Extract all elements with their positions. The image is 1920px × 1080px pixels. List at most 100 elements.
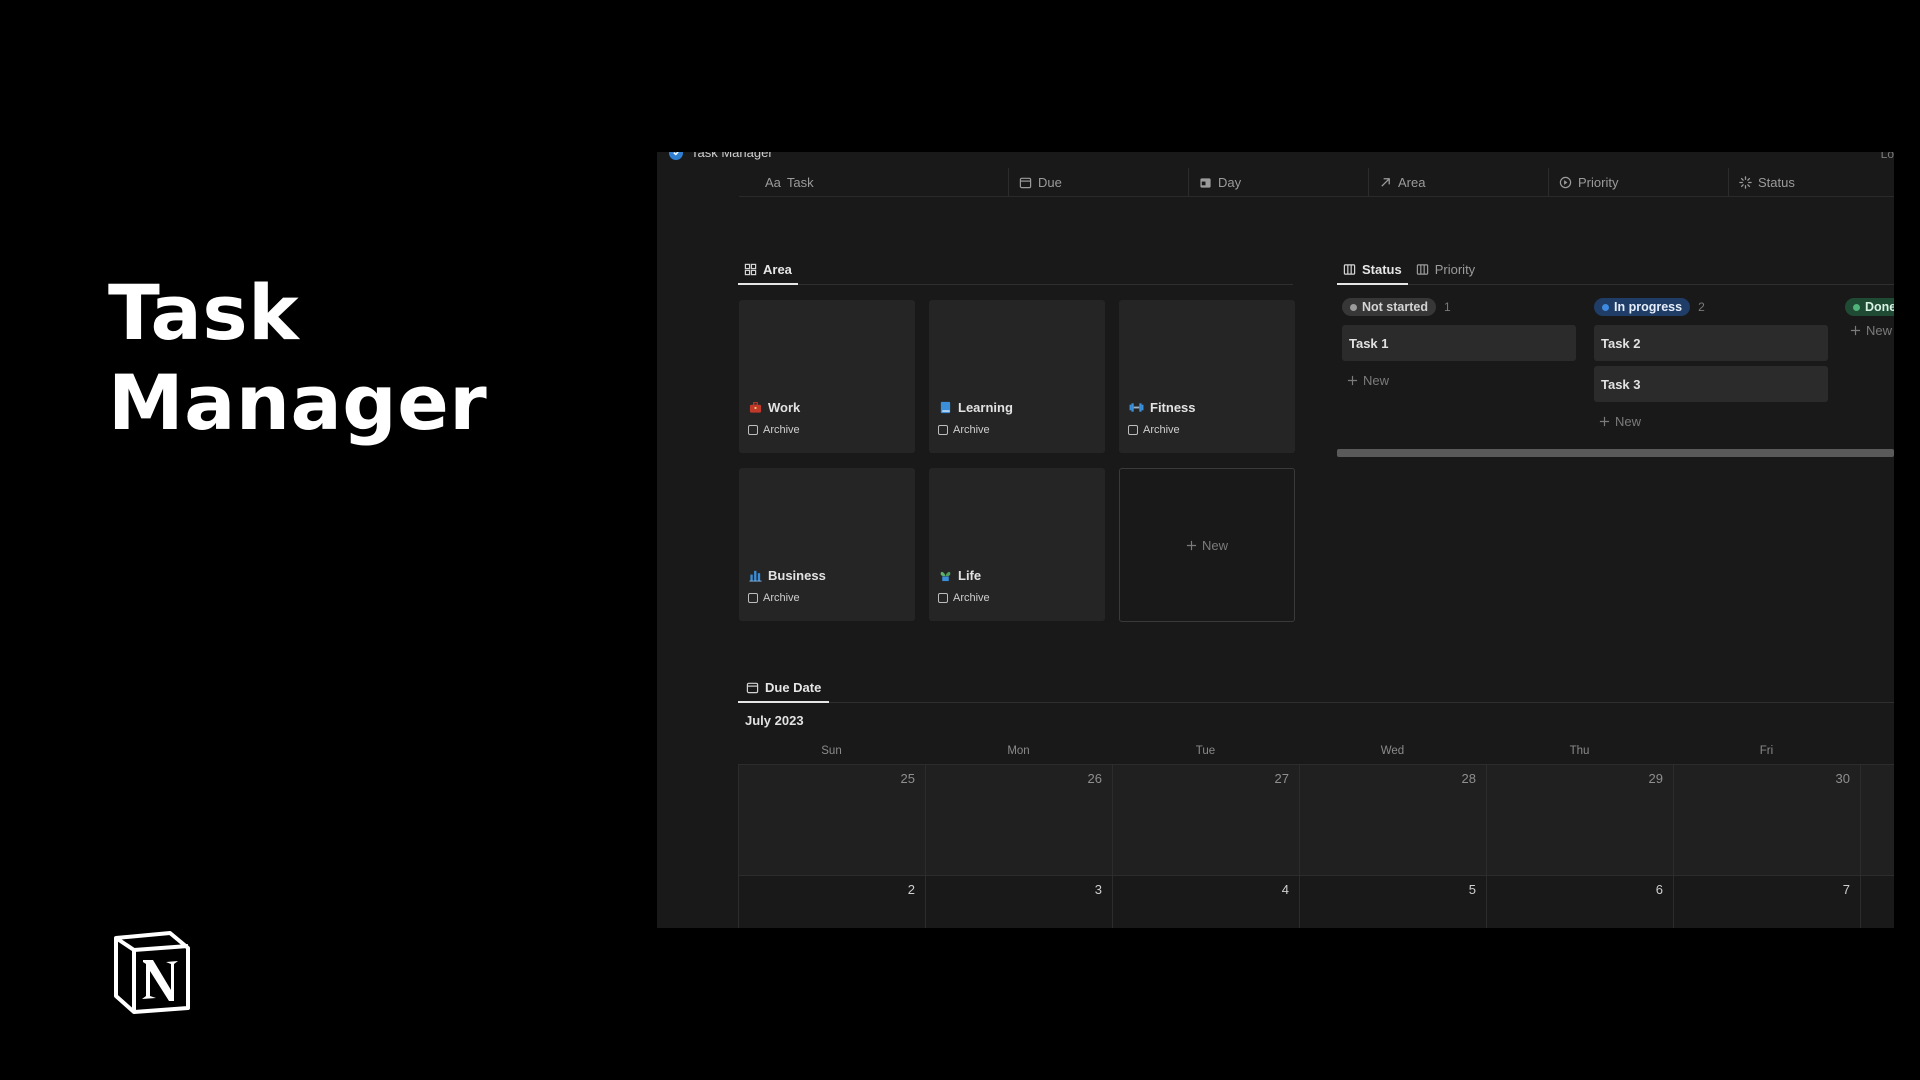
column-header[interactable]: Not started 1 bbox=[1342, 297, 1576, 317]
gallery-card-fitness[interactable]: Fitness Archive bbox=[1119, 300, 1295, 453]
property-header-row: Aa Task Due Day Area Priority Status bbox=[739, 168, 1894, 197]
card-title: Business bbox=[749, 568, 826, 583]
calendar-day-cell-partial[interactable] bbox=[1860, 875, 1894, 928]
property-task[interactable]: Aa Task bbox=[739, 168, 1009, 196]
archive-label: Archive bbox=[953, 592, 990, 604]
gallery-new-button[interactable]: New bbox=[1119, 468, 1295, 622]
card-title-text: Fitness bbox=[1150, 400, 1196, 415]
card-title: Fitness bbox=[1129, 400, 1196, 415]
calendar-day-cell[interactable]: 5 bbox=[1299, 875, 1486, 928]
board-column-not-started: Not started 1 Task 1 New bbox=[1342, 297, 1576, 389]
board-new-button[interactable]: New bbox=[1594, 412, 1828, 430]
page-title-text: Task Manager bbox=[691, 152, 773, 160]
card-title: Learning bbox=[939, 400, 1013, 415]
status-dot-icon bbox=[1602, 303, 1609, 311]
weekday-header: Mon bbox=[1007, 745, 1030, 757]
grid-icon bbox=[744, 263, 757, 275]
column-header[interactable]: In progress 2 bbox=[1594, 297, 1828, 317]
board-column-in-progress: In progress 2 Task 2 Task 3 New bbox=[1594, 297, 1828, 430]
hero-title: Task Manager bbox=[108, 268, 487, 448]
card-title: Work bbox=[749, 400, 800, 415]
tab-due-date[interactable]: Due Date bbox=[738, 672, 830, 703]
page-title[interactable]: Task Manager bbox=[669, 152, 773, 160]
calendar-day-cell[interactable]: 25 bbox=[738, 764, 925, 875]
app-window: Task Manager Lo Aa Task Due Day Area Pri… bbox=[657, 152, 1894, 928]
calendar-day-cell[interactable]: 7 bbox=[1673, 875, 1860, 928]
tab-label: Area bbox=[763, 261, 792, 277]
gallery-card-learning[interactable]: Learning Archive bbox=[929, 300, 1105, 453]
card-title: Life bbox=[939, 568, 981, 583]
new-label: New bbox=[1201, 537, 1228, 553]
property-day[interactable]: Day bbox=[1189, 168, 1369, 196]
calendar-day-cell[interactable]: 4 bbox=[1112, 875, 1299, 928]
plus-icon bbox=[1850, 325, 1861, 335]
text-icon: Aa bbox=[765, 174, 781, 190]
calendar-day-cell[interactable]: 30 bbox=[1673, 764, 1860, 875]
column-count: 2 bbox=[1698, 300, 1705, 314]
plus-icon bbox=[1347, 375, 1358, 385]
calendar-day-cell[interactable]: 3 bbox=[925, 875, 1112, 928]
gallery-card-life[interactable]: Life Archive bbox=[929, 468, 1105, 621]
board-icon bbox=[1416, 263, 1428, 275]
tab-label: Priority bbox=[1434, 261, 1476, 277]
calendar-day-cell-partial[interactable] bbox=[1860, 764, 1894, 875]
property-status[interactable]: Status bbox=[1729, 168, 1889, 196]
briefcase-icon bbox=[749, 402, 762, 413]
weekday-header: Thu bbox=[1569, 745, 1590, 757]
board-column-done: Done New bbox=[1845, 297, 1894, 339]
archive-checkbox[interactable]: Archive bbox=[748, 592, 800, 604]
calendar-day-cell[interactable]: 26 bbox=[925, 764, 1112, 875]
property-label: Status bbox=[1758, 174, 1795, 190]
archive-label: Archive bbox=[1143, 424, 1180, 436]
new-label: New bbox=[1866, 322, 1893, 338]
property-area[interactable]: Area bbox=[1369, 168, 1549, 196]
calendar-day-icon bbox=[1200, 177, 1211, 188]
board-card[interactable]: Task 1 bbox=[1342, 325, 1576, 361]
property-label: Area bbox=[1398, 174, 1426, 190]
weekday-header: Wed bbox=[1380, 745, 1405, 757]
status-label: Not started bbox=[1362, 300, 1428, 314]
weekday-header: Fri bbox=[1759, 745, 1774, 757]
board-horizontal-scrollbar[interactable] bbox=[1337, 449, 1894, 457]
checkbox-icon bbox=[1128, 425, 1138, 435]
checkbox-icon bbox=[748, 425, 758, 435]
calendar-icon bbox=[746, 682, 759, 693]
property-label: Due bbox=[1038, 174, 1062, 190]
board-new-button[interactable]: New bbox=[1845, 321, 1894, 339]
tab-status[interactable]: Status bbox=[1337, 254, 1408, 285]
status-badge: Not started bbox=[1342, 298, 1436, 316]
board-card[interactable]: Task 3 bbox=[1594, 366, 1828, 402]
tab-priority[interactable]: Priority bbox=[1410, 254, 1481, 284]
calendar-day-cell[interactable]: 6 bbox=[1486, 875, 1673, 928]
plus-icon bbox=[1186, 540, 1197, 550]
archive-checkbox[interactable]: Archive bbox=[938, 424, 990, 436]
gallery-card-business[interactable]: Business Archive bbox=[739, 468, 915, 621]
property-priority[interactable]: Priority bbox=[1549, 168, 1729, 196]
archive-checkbox[interactable]: Archive bbox=[938, 592, 990, 604]
gallery-card-work[interactable]: Work Archive bbox=[739, 300, 915, 453]
plus-icon bbox=[1599, 416, 1610, 426]
archive-checkbox[interactable]: Archive bbox=[1128, 424, 1180, 436]
property-label: Day bbox=[1218, 174, 1242, 190]
spinner-icon bbox=[1739, 175, 1752, 189]
tab-label: Due Date bbox=[765, 679, 822, 695]
board-new-button[interactable]: New bbox=[1342, 371, 1576, 389]
dumbbell-icon bbox=[1129, 403, 1144, 412]
property-due[interactable]: Due bbox=[1009, 168, 1189, 196]
status-dot-icon bbox=[1350, 303, 1357, 311]
calendar-day-cell[interactable]: 29 bbox=[1486, 764, 1673, 875]
calendar-day-cell[interactable]: 27 bbox=[1112, 764, 1299, 875]
archive-checkbox[interactable]: Archive bbox=[748, 424, 800, 436]
status-badge: In progress bbox=[1594, 298, 1691, 316]
hero-title-line-2: Manager bbox=[108, 358, 488, 447]
column-header[interactable]: Done bbox=[1845, 297, 1894, 317]
notion-logo-icon bbox=[114, 931, 190, 1014]
calendar-day-cell[interactable]: 28 bbox=[1299, 764, 1486, 875]
property-label: Priority bbox=[1578, 174, 1619, 190]
status-badge: Done bbox=[1845, 298, 1894, 316]
board-card[interactable]: Task 2 bbox=[1594, 325, 1828, 361]
calendar-day-cell[interactable]: 2 bbox=[738, 875, 925, 928]
tab-area[interactable]: Area bbox=[738, 254, 798, 285]
card-title-text: Learning bbox=[958, 400, 1013, 415]
bar-chart-icon bbox=[749, 570, 762, 582]
